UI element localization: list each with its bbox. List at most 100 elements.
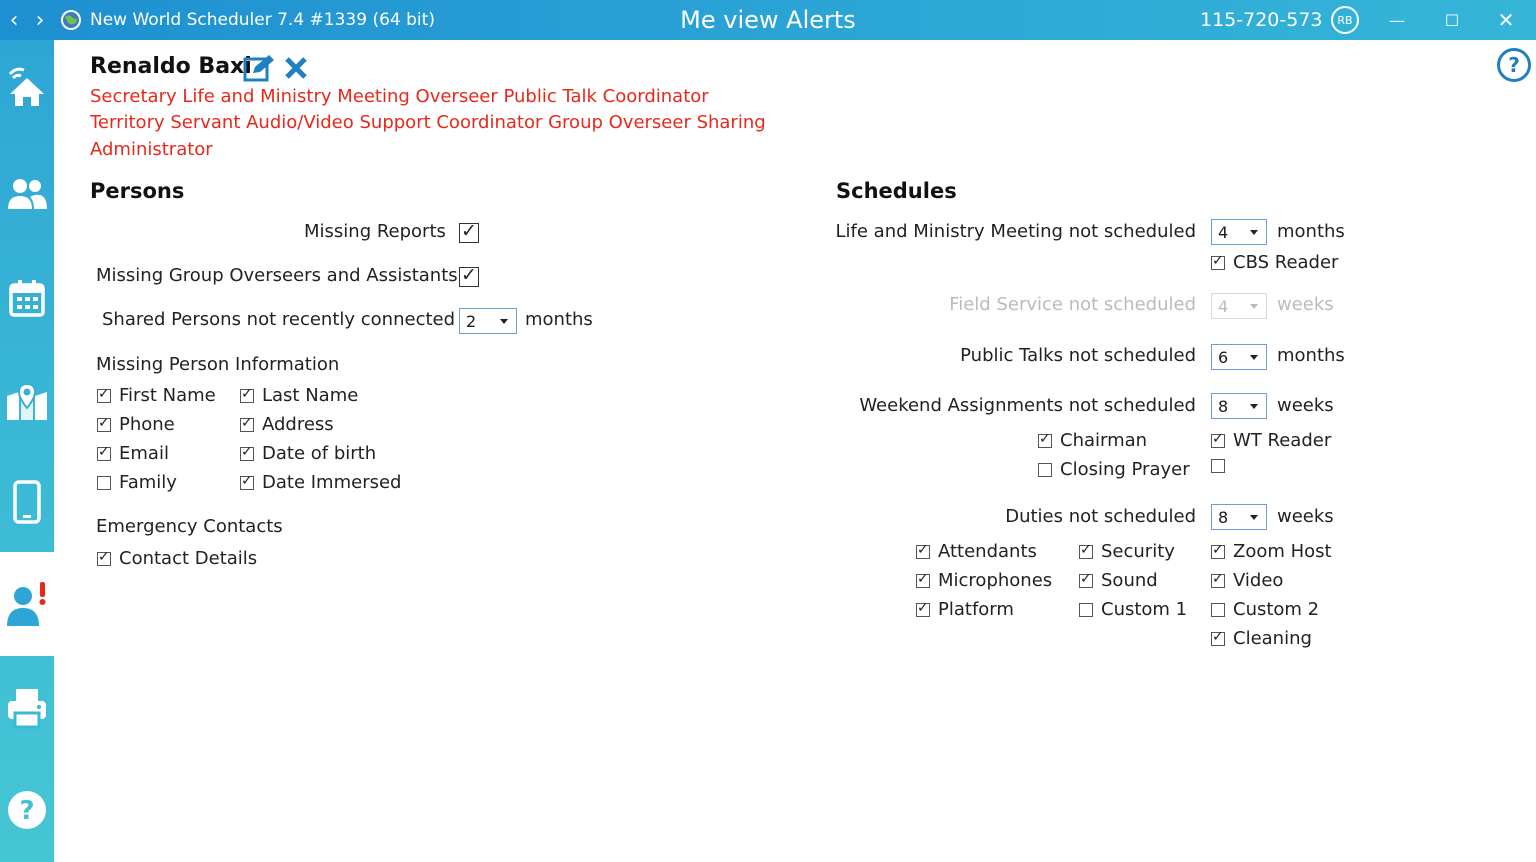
closing-prayer-label: Closing Prayer xyxy=(1060,459,1190,480)
zoom-host-checkbox[interactable] xyxy=(1211,542,1225,559)
phone-option[interactable]: Phone xyxy=(97,414,175,435)
date-immersed-checkbox[interactable] xyxy=(240,473,254,490)
platform-option[interactable]: Platform xyxy=(916,599,1014,620)
cbs-reader-option[interactable]: CBS Reader xyxy=(1211,252,1338,273)
forward-arrow-icon[interactable]: › xyxy=(30,0,50,40)
help-icon[interactable]: ? xyxy=(1497,48,1531,82)
unlabeled-checkbox[interactable] xyxy=(1211,459,1225,473)
sidebar-item-print[interactable] xyxy=(0,676,54,740)
platform-label: Platform xyxy=(938,599,1014,620)
dob-checkbox[interactable] xyxy=(240,444,254,461)
edit-icon[interactable] xyxy=(243,54,275,86)
weekend-dropdown[interactable]: 8 xyxy=(1211,393,1267,419)
contact-details-option[interactable]: Contact Details xyxy=(97,548,257,569)
avatar[interactable]: RB xyxy=(1331,6,1359,34)
globe-icon xyxy=(60,0,82,40)
attendants-option[interactable]: Attendants xyxy=(916,541,1037,562)
email-label: Email xyxy=(119,443,169,464)
roles-line-2: Territory Servant Audio/Video Support Co… xyxy=(90,112,766,133)
microphones-option[interactable]: Microphones xyxy=(916,570,1052,591)
last-name-option[interactable]: Last Name xyxy=(240,385,358,406)
security-option[interactable]: Security xyxy=(1079,541,1175,562)
video-checkbox[interactable] xyxy=(1211,571,1225,588)
cleaning-checkbox[interactable] xyxy=(1211,629,1225,646)
microphones-checkbox[interactable] xyxy=(916,571,930,588)
dob-label: Date of birth xyxy=(262,443,377,464)
unlabeled-option[interactable] xyxy=(1211,459,1225,473)
map-pin-icon xyxy=(7,382,47,420)
field-service-dropdown[interactable]: 4 xyxy=(1211,293,1267,319)
phone-label: Phone xyxy=(119,414,175,435)
security-checkbox[interactable] xyxy=(1079,542,1093,559)
sidebar-item-persons[interactable] xyxy=(0,162,54,226)
close-icon[interactable]: ✕ xyxy=(1488,0,1524,40)
email-option[interactable]: Email xyxy=(97,443,169,464)
duties-unit: weeks xyxy=(1277,506,1334,527)
cleaning-label: Cleaning xyxy=(1233,628,1312,649)
calendar-icon xyxy=(9,280,45,317)
back-arrow-icon[interactable]: ‹ xyxy=(4,0,24,40)
contact-details-checkbox[interactable] xyxy=(97,549,111,566)
duties-dropdown[interactable]: 8 xyxy=(1211,504,1267,530)
emergency-title: Emergency Contacts xyxy=(96,516,283,537)
sidebar-item-alerts[interactable] xyxy=(0,552,54,656)
roles-line-3: Administrator xyxy=(90,139,213,160)
minimize-icon[interactable]: — xyxy=(1379,0,1415,40)
field-service-label: Field Service not scheduled xyxy=(949,294,1196,315)
closing-prayer-option[interactable]: Closing Prayer xyxy=(1038,459,1190,480)
custom2-label: Custom 2 xyxy=(1233,599,1320,620)
first-name-option[interactable]: First Name xyxy=(97,385,216,406)
zoom-host-option[interactable]: Zoom Host xyxy=(1211,541,1332,562)
custom1-label: Custom 1 xyxy=(1101,599,1188,620)
public-talks-label: Public Talks not scheduled xyxy=(960,345,1196,366)
custom1-option[interactable]: Custom 1 xyxy=(1079,599,1187,620)
first-name-checkbox[interactable] xyxy=(97,386,111,403)
sidebar-item-territories[interactable] xyxy=(0,370,54,434)
email-checkbox[interactable] xyxy=(97,444,111,461)
cbs-reader-checkbox[interactable] xyxy=(1211,253,1225,270)
dob-option[interactable]: Date of birth xyxy=(240,443,376,464)
custom2-option[interactable]: Custom 2 xyxy=(1211,599,1319,620)
user-id: 115-720-573 xyxy=(1200,9,1323,31)
sound-option[interactable]: Sound xyxy=(1079,570,1158,591)
people-icon xyxy=(8,179,47,209)
closing-prayer-checkbox[interactable] xyxy=(1038,462,1052,477)
platform-checkbox[interactable] xyxy=(916,600,930,617)
last-name-checkbox[interactable] xyxy=(240,386,254,403)
sidebar-item-help[interactable]: ? xyxy=(0,778,54,842)
custom1-checkbox[interactable] xyxy=(1079,602,1093,617)
remove-icon[interactable] xyxy=(284,56,308,84)
person-alert-icon xyxy=(7,582,46,626)
attendants-checkbox[interactable] xyxy=(916,542,930,559)
chairman-checkbox[interactable] xyxy=(1038,431,1052,448)
weekend-label: Weekend Assignments not scheduled xyxy=(859,395,1196,416)
public-talks-dropdown[interactable]: 6 xyxy=(1211,344,1267,370)
weekend-unit: weeks xyxy=(1277,395,1334,416)
maximize-icon[interactable]: ☐ xyxy=(1434,0,1470,40)
lmm-dropdown[interactable]: 4 xyxy=(1211,219,1267,245)
wt-reader-option[interactable]: WT Reader xyxy=(1211,430,1331,451)
sidebar-item-mobile[interactable] xyxy=(0,470,54,534)
family-checkbox[interactable] xyxy=(97,475,111,490)
sidebar: ? xyxy=(0,40,54,862)
video-option[interactable]: Video xyxy=(1211,570,1283,591)
date-immersed-option[interactable]: Date Immersed xyxy=(240,472,401,493)
shared-persons-dropdown[interactable]: 2 xyxy=(459,308,517,334)
sound-checkbox[interactable] xyxy=(1079,571,1093,588)
custom2-checkbox[interactable] xyxy=(1211,602,1225,617)
home-wifi-icon xyxy=(8,67,44,106)
missing-reports-checkbox[interactable] xyxy=(459,220,479,243)
chairman-option[interactable]: Chairman xyxy=(1038,430,1147,451)
cleaning-option[interactable]: Cleaning xyxy=(1211,628,1312,649)
address-option[interactable]: Address xyxy=(240,414,334,435)
view-title: Me view Alerts xyxy=(680,6,856,34)
roles-line-1: Secretary Life and Ministry Meeting Over… xyxy=(90,86,709,107)
shared-persons-label: Shared Persons not recently connected xyxy=(102,309,456,330)
family-option[interactable]: Family xyxy=(97,472,177,493)
phone-checkbox[interactable] xyxy=(97,415,111,432)
wt-reader-checkbox[interactable] xyxy=(1211,431,1225,448)
sidebar-item-schedules[interactable] xyxy=(0,266,54,330)
missing-overseers-checkbox[interactable] xyxy=(459,264,479,287)
address-checkbox[interactable] xyxy=(240,415,254,432)
sidebar-item-home[interactable] xyxy=(0,54,54,118)
